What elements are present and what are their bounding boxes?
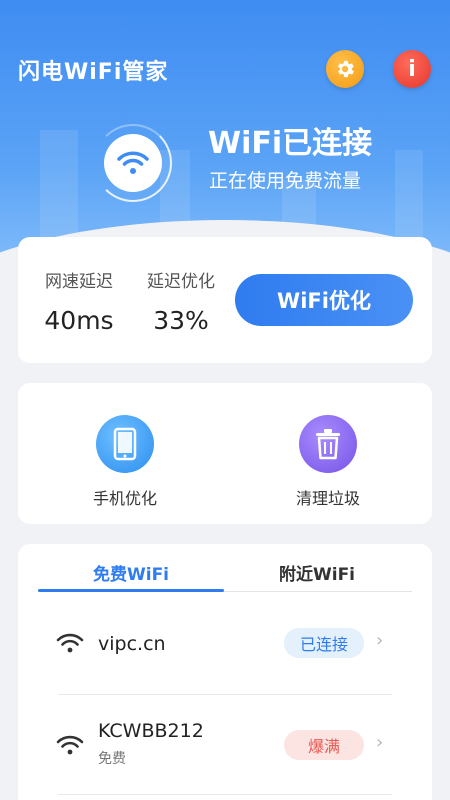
clean-junk-tool[interactable]: 清理垃圾 bbox=[268, 415, 388, 509]
status-ring bbox=[94, 124, 172, 202]
info-icon: i bbox=[408, 56, 416, 82]
trash-icon bbox=[299, 415, 357, 473]
latency-value: 40ms bbox=[44, 306, 114, 335]
connection-status-title: WiFi已连接 bbox=[208, 126, 373, 161]
app-title: 闪电WiFi管家 bbox=[18, 60, 169, 85]
status-badge: 已连接 bbox=[284, 628, 364, 658]
chevron-right-icon: › bbox=[376, 732, 384, 753]
gear-icon bbox=[338, 60, 354, 78]
connection-status-subtitle: 正在使用免费流量 bbox=[209, 170, 362, 192]
wifi-list-card: 免费WiFi 附近WiFi vipc.cn 已连接 › KCWBB212 免费 … bbox=[18, 544, 432, 800]
wifi-name: vipc.cn bbox=[98, 633, 166, 655]
info-button[interactable]: i bbox=[393, 50, 431, 88]
chevron-right-icon: › bbox=[376, 630, 384, 651]
settings-button[interactable] bbox=[326, 50, 364, 88]
optimization-metric: 延迟优化 33% bbox=[140, 267, 222, 335]
wifi-list-item[interactable]: KCWBB212 免费 爆满 › bbox=[56, 696, 396, 786]
phone-icon bbox=[96, 415, 154, 473]
speed-card: 网速延迟 40ms 延迟优化 33% WiFi优化 bbox=[18, 237, 432, 363]
wifi-optimize-button[interactable]: WiFi优化 bbox=[235, 274, 413, 326]
wifi-name: KCWBB212 bbox=[98, 720, 204, 742]
latency-label: 网速延迟 bbox=[45, 272, 113, 292]
list-divider bbox=[58, 694, 392, 695]
wifi-signal-icon bbox=[56, 735, 84, 755]
tools-card: 手机优化 清理垃圾 bbox=[18, 383, 432, 524]
wifi-list-item[interactable]: vipc.cn 已连接 › bbox=[56, 600, 396, 690]
wifi-status-badge bbox=[94, 124, 172, 202]
tab-free-wifi[interactable]: 免费WiFi bbox=[38, 560, 224, 585]
active-tab-indicator bbox=[38, 589, 224, 592]
wifi-type: 免费 bbox=[98, 751, 126, 767]
optimization-label: 延迟优化 bbox=[147, 272, 215, 292]
optimization-value: 33% bbox=[153, 306, 209, 335]
status-badge: 爆满 bbox=[284, 730, 364, 760]
phone-optimize-tool[interactable]: 手机优化 bbox=[65, 415, 185, 509]
phone-optimize-label: 手机优化 bbox=[92, 489, 157, 508]
tab-nearby-wifi[interactable]: 附近WiFi bbox=[224, 560, 410, 585]
wifi-signal-icon bbox=[56, 633, 84, 653]
list-divider bbox=[58, 794, 392, 795]
clean-junk-label: 清理垃圾 bbox=[295, 489, 360, 508]
latency-metric: 网速延迟 40ms bbox=[38, 267, 120, 335]
